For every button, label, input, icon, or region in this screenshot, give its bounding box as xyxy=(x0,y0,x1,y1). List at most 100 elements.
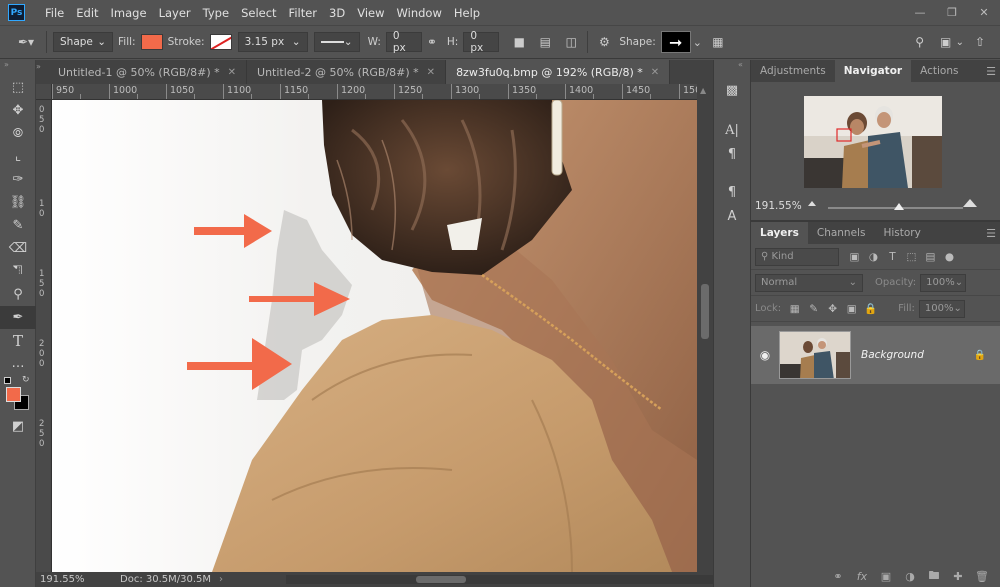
lock-transparent-icon[interactable]: ▦ xyxy=(785,300,804,318)
menu-3d[interactable]: 3D xyxy=(323,6,351,20)
eraser-tool-icon[interactable]: ⌫ xyxy=(0,237,36,260)
new-group-icon[interactable]: 🖿 xyxy=(922,567,946,585)
lock-position-icon[interactable]: ✥ xyxy=(823,300,842,318)
more-tools-icon[interactable]: … xyxy=(0,352,36,375)
eyedropper-tool-icon[interactable]: ✑ xyxy=(0,168,36,191)
healing-brush-tool-icon[interactable]: ⛓ xyxy=(0,191,36,214)
tool-mode-select[interactable]: Shape ⌄ xyxy=(53,32,113,52)
paint-bucket-tool-icon[interactable]: ⛠ xyxy=(0,260,36,283)
path-alignment-icon[interactable]: ▤ xyxy=(535,32,555,52)
opacity-field[interactable]: 100% ⌄ xyxy=(920,273,967,292)
scroll-up-icon[interactable]: ▲ xyxy=(700,86,706,95)
type-tool-icon[interactable]: T xyxy=(0,329,36,352)
tab-actions[interactable]: Actions xyxy=(911,60,967,82)
vertical-scrollbar[interactable]: ▲ xyxy=(697,84,713,572)
menu-file[interactable]: File xyxy=(39,6,70,20)
path-operations-icon[interactable]: ■ xyxy=(509,32,529,52)
tab-untitled-2[interactable]: Untitled-2 @ 50% (RGB/8#) * ✕ xyxy=(247,60,447,84)
chevron-down-icon[interactable]: ⌄ xyxy=(956,37,964,48)
zoom-out-icon[interactable] xyxy=(808,201,816,206)
tab-history[interactable]: History xyxy=(874,222,929,244)
shape-picker[interactable]: ➞ xyxy=(660,31,691,53)
paragraph-styles-icon[interactable]: ¶ xyxy=(714,180,750,204)
tab-8zw3fu0q[interactable]: 8zw3fu0q.bmp @ 192% (RGB/8) * ✕ xyxy=(446,60,671,84)
link-layers-icon[interactable]: ⚭ xyxy=(826,567,850,585)
panel-menu-icon[interactable]: ☰ xyxy=(982,60,1000,82)
collapse-icon[interactable]: « xyxy=(714,60,750,70)
character-styles-icon[interactable]: A xyxy=(714,204,750,228)
quick-mask-icon[interactable]: ◩ xyxy=(0,415,36,438)
close-icon[interactable]: ✕ xyxy=(228,67,236,78)
tab-untitled-1[interactable]: Untitled-1 @ 50% (RGB/8#) * ✕ xyxy=(48,60,248,84)
menu-select[interactable]: Select xyxy=(235,6,282,20)
zoom-in-icon[interactable] xyxy=(963,199,977,207)
menu-filter[interactable]: Filter xyxy=(283,6,323,20)
close-icon[interactable]: ✕ xyxy=(427,67,435,78)
navigator-thumbnail[interactable] xyxy=(804,96,942,188)
layer-thumbnail[interactable] xyxy=(779,331,851,379)
zoom-slider-knob[interactable] xyxy=(894,203,904,210)
layer-effects-icon[interactable]: fx xyxy=(850,567,874,585)
menu-layer[interactable]: Layer xyxy=(153,6,197,20)
kind-filter-select[interactable]: ⚲ Kind xyxy=(755,247,839,266)
lock-image-icon[interactable]: ✎ xyxy=(804,300,823,318)
link-icon[interactable]: ⚭ xyxy=(422,32,442,52)
workspace-icon[interactable]: ▣ xyxy=(936,32,956,52)
histogram-icon[interactable]: ▩ xyxy=(714,78,750,102)
vertical-scroll-thumb[interactable] xyxy=(701,284,709,339)
width-field[interactable]: 0 px xyxy=(385,30,422,54)
stroke-width-field[interactable]: 3.15 px ⌄ xyxy=(237,32,308,52)
collapse-icon[interactable]: » xyxy=(36,60,48,84)
shape-filter-icon[interactable]: ⬚ xyxy=(902,248,921,266)
chevron-right-icon[interactable]: › xyxy=(219,574,223,585)
adjustment-filter-icon[interactable]: ◑ xyxy=(864,248,883,266)
pen-tool-preset-icon[interactable]: ✒▾ xyxy=(12,32,40,52)
fill-swatch[interactable] xyxy=(140,34,163,50)
lasso-tool-icon[interactable]: ⦾ xyxy=(0,122,36,145)
new-layer-icon[interactable]: ✚ xyxy=(946,567,970,585)
horizontal-scrollbar[interactable] xyxy=(286,575,726,584)
layer-name[interactable]: Background xyxy=(861,349,924,361)
brush-tool-icon[interactable]: ✎ xyxy=(0,214,36,237)
stroke-swatch[interactable] xyxy=(209,34,232,50)
pixel-filter-icon[interactable]: ▣ xyxy=(845,248,864,266)
marquee-tool-icon[interactable]: ⬚ xyxy=(0,76,36,99)
tab-layers[interactable]: Layers xyxy=(751,222,808,244)
layer-row-background[interactable]: ◉ Background 🔒 xyxy=(751,326,1000,384)
minimize-icon[interactable]: — xyxy=(904,0,936,25)
adjustment-layer-icon[interactable]: ◑ xyxy=(898,567,922,585)
menu-window[interactable]: Window xyxy=(391,6,448,20)
navigator-zoom-value[interactable]: 191.55% xyxy=(755,200,802,212)
paragraph-panel-icon[interactable]: ¶ xyxy=(714,142,750,166)
tab-adjustments[interactable]: Adjustments xyxy=(751,60,835,82)
menu-image[interactable]: Image xyxy=(105,6,153,20)
align-edges-icon[interactable]: ▦ xyxy=(708,32,728,52)
menu-help[interactable]: Help xyxy=(448,6,486,20)
height-field[interactable]: 0 px xyxy=(463,30,500,54)
swap-colors-icon[interactable]: ↻ xyxy=(22,375,30,385)
smart-object-filter-icon[interactable]: ▤ xyxy=(921,248,940,266)
fill-field[interactable]: 100% ⌄ xyxy=(918,299,965,318)
eye-icon[interactable]: ◉ xyxy=(751,348,779,362)
zoom-slider[interactable] xyxy=(828,203,963,210)
collapse-icon[interactable]: » xyxy=(0,60,35,70)
blend-mode-select[interactable]: Normal ⌄ xyxy=(755,273,863,292)
pen-tool-icon[interactable]: ✒ xyxy=(0,306,36,329)
path-arrangement-icon[interactable]: ◫ xyxy=(561,32,581,52)
menu-type[interactable]: Type xyxy=(197,6,235,20)
crop-tool-icon[interactable]: ⌞ xyxy=(0,145,36,168)
tab-navigator[interactable]: Navigator xyxy=(834,60,912,82)
type-filter-icon[interactable]: T xyxy=(883,248,902,266)
add-mask-icon[interactable]: ▣ xyxy=(874,567,898,585)
default-colors-icon[interactable] xyxy=(4,377,11,384)
gear-icon[interactable]: ⚙ xyxy=(594,32,614,52)
lock-icon[interactable]: 🔒 xyxy=(974,350,986,361)
close-icon[interactable]: ✕ xyxy=(651,67,659,78)
delete-layer-icon[interactable]: 🗑 xyxy=(970,567,994,585)
status-zoom[interactable]: 191.55% xyxy=(40,574,110,585)
stroke-type-select[interactable]: ⌄ xyxy=(313,32,360,52)
panel-menu-icon[interactable]: ☰ xyxy=(982,222,1000,244)
move-tool-icon[interactable]: ✥ xyxy=(0,99,36,122)
restore-icon[interactable]: ❐ xyxy=(936,0,968,25)
filter-toggle-icon[interactable]: ● xyxy=(940,248,959,266)
